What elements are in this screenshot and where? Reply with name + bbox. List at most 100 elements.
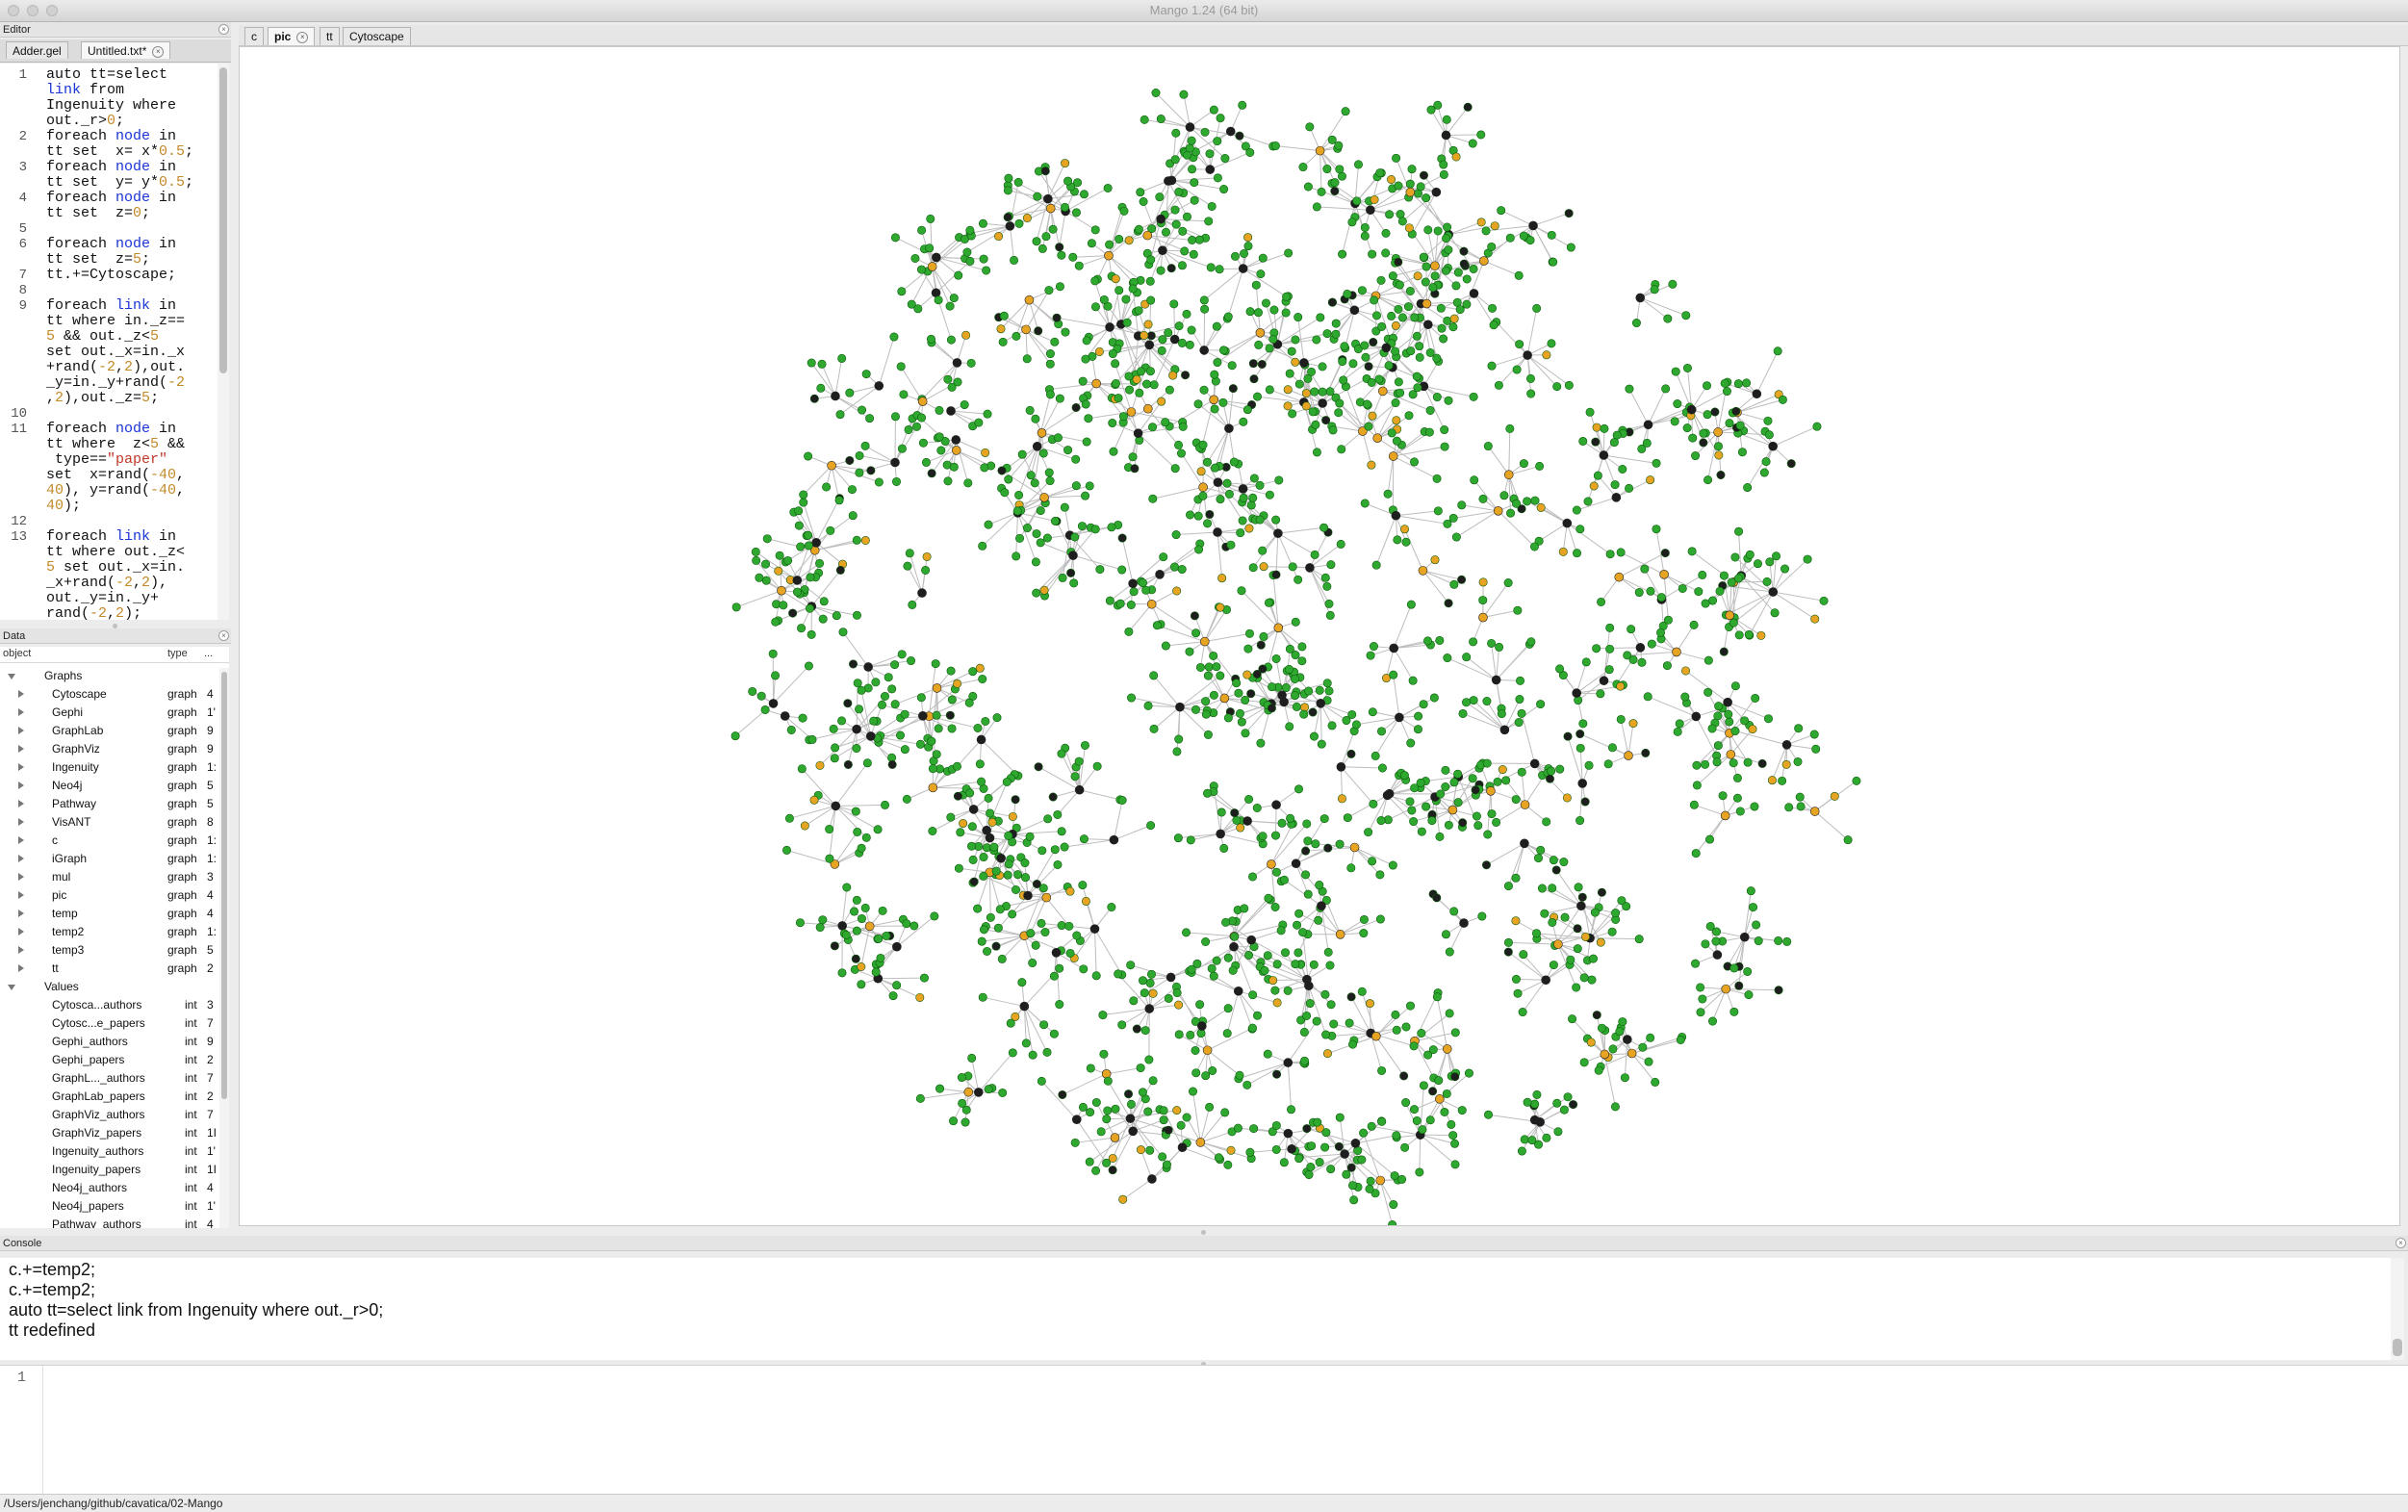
splitter-handle[interactable] [1201, 1230, 1206, 1235]
code-line: auto tt=select [46, 67, 167, 83]
col-header-object[interactable]: object [3, 648, 31, 659]
console-panel-close-icon[interactable]: × [2395, 1238, 2406, 1248]
tree-item-graph[interactable]: GraphLabgraph9 [0, 722, 221, 740]
tree-item-graph[interactable]: Ingenuitygraph1: [0, 758, 221, 777]
editor-tab-adder[interactable]: Adder.gel [6, 41, 68, 59]
tree-item-graph[interactable]: Cytoscapegraph4 [0, 685, 221, 704]
line-number: 10 [0, 406, 27, 422]
tree-item-graph[interactable]: iGraphgraph1: [0, 850, 221, 868]
expand-icon[interactable] [18, 855, 24, 862]
tree-item-value[interactable]: Pathway_authorsint4 [0, 1216, 221, 1228]
main-tab-pic[interactable]: pic× [268, 27, 315, 45]
graph-canvas[interactable] [239, 46, 2400, 1226]
tree-item-value[interactable]: Gephi_authorsint9 [0, 1033, 221, 1051]
data-scroll-thumb[interactable] [221, 672, 227, 1099]
tree-item-value[interactable]: Ingenuity_papersint1I [0, 1161, 221, 1179]
tree-item-type: graph [167, 923, 197, 941]
tree-item-graph[interactable]: VisANTgraph8 [0, 813, 221, 832]
expand-icon[interactable] [18, 946, 24, 954]
col-header-type[interactable]: type [167, 648, 188, 659]
tree-item-type: graph [167, 832, 197, 850]
code-editor[interactable]: 1auto tt=selectlink fromIngenuity whereo… [0, 64, 224, 620]
expand-icon[interactable] [18, 964, 24, 972]
tree-item-value[interactable]: Gephi_papersint2 [0, 1051, 221, 1069]
tree-item-type: graph [167, 886, 197, 905]
tree-item-graph[interactable]: picgraph4 [0, 886, 221, 905]
tree-item-graph[interactable]: temp3graph5 [0, 941, 221, 960]
data-panel-header: Data × [0, 628, 231, 644]
tree-item-graph[interactable]: Gephigraph1' [0, 704, 221, 722]
code-line: tt where z<5 && [46, 437, 185, 452]
line-number: 12 [0, 514, 27, 529]
console-input[interactable]: 1 [0, 1365, 2408, 1495]
tree-item-value: 2 [207, 1088, 214, 1106]
tree-item-name: iGraph [52, 850, 87, 868]
tree-item-type: graph [167, 795, 197, 813]
expand-icon[interactable] [18, 745, 24, 753]
tree-item-value[interactable]: GraphLab_papersint2 [0, 1088, 221, 1106]
code-line: link from [46, 83, 124, 98]
tree-item-type: int [185, 1142, 197, 1161]
tab-close-icon[interactable]: × [152, 46, 164, 58]
editor-scroll-thumb[interactable] [219, 67, 227, 373]
main-tab-cytoscape[interactable]: Cytoscape [343, 27, 411, 45]
tree-item-value[interactable]: Ingenuity_authorsint1' [0, 1142, 221, 1161]
main-tab-c[interactable]: c [244, 27, 264, 45]
code-line: _x+rand(-2,2), [46, 576, 167, 591]
expand-icon[interactable] [18, 873, 24, 881]
editor-scrollbar[interactable] [218, 64, 229, 620]
tree-item-value: 5 [207, 941, 214, 960]
line-number: 5 [0, 221, 27, 237]
network-graph[interactable] [240, 47, 2399, 1225]
tree-item-graph[interactable]: GraphVizgraph9 [0, 740, 221, 758]
tree-item-graph[interactable]: Pathwaygraph5 [0, 795, 221, 813]
expand-icon[interactable] [18, 910, 24, 917]
data-panel-close-icon[interactable]: × [218, 630, 229, 641]
tree-group-graphs[interactable]: Graphs [0, 667, 221, 685]
col-header-more[interactable]: ... [204, 648, 213, 659]
expand-icon[interactable] [18, 928, 24, 935]
expand-icon[interactable] [18, 708, 24, 716]
tree-item-value: 9 [207, 1033, 214, 1051]
tree-item-value[interactable]: Neo4j_papersint1' [0, 1197, 221, 1216]
console-scroll-thumb[interactable] [2393, 1339, 2402, 1356]
tree-group-values[interactable]: Values [0, 978, 221, 996]
tree-item-value: 5 [207, 777, 214, 795]
expand-icon[interactable] [18, 727, 24, 734]
tree-item-graph[interactable]: temp2graph1: [0, 923, 221, 941]
expand-icon[interactable] [18, 836, 24, 844]
tree-item-graph[interactable]: mulgraph3 [0, 868, 221, 886]
tree-item-value[interactable]: GraphViz_papersint1I [0, 1124, 221, 1142]
tree-item-name: Cytoscape [52, 685, 107, 704]
tab-close-icon[interactable]: × [296, 32, 308, 43]
tree-item-value[interactable]: Cytosc...e_papersint7 [0, 1014, 221, 1033]
editor-tab-untitled[interactable]: Untitled.txt*× [81, 41, 170, 59]
code-line: type=="paper" [46, 452, 167, 468]
code-line: foreach link in [46, 298, 176, 314]
expand-icon[interactable] [18, 891, 24, 899]
tree-group-label: Values [44, 978, 79, 996]
tree-item-value[interactable]: Neo4j_authorsint4 [0, 1179, 221, 1197]
tree-item-graph[interactable]: tempgraph4 [0, 905, 221, 923]
tree-item-name: Gephi_authors [52, 1033, 128, 1051]
tree-item-graph[interactable]: cgraph1: [0, 832, 221, 850]
collapse-icon[interactable] [8, 674, 15, 679]
tree-item-value[interactable]: Cytosca...authorsint3 [0, 996, 221, 1014]
expand-icon[interactable] [18, 818, 24, 826]
expand-icon[interactable] [18, 782, 24, 789]
data-scrollbar[interactable] [219, 668, 229, 1228]
collapse-icon[interactable] [8, 985, 15, 990]
expand-icon[interactable] [18, 763, 24, 771]
console-scrollbar[interactable] [2391, 1258, 2404, 1360]
tree-item-value: 4 [207, 685, 214, 704]
expand-icon[interactable] [18, 800, 24, 807]
expand-icon[interactable] [18, 690, 24, 698]
main-tab-tt[interactable]: tt [320, 27, 340, 45]
tree-item-graph[interactable]: Neo4jgraph5 [0, 777, 221, 795]
tree-item-value: 8 [207, 813, 214, 832]
tree-item-value[interactable]: GraphL..._authorsint7 [0, 1069, 221, 1088]
tree-item-value[interactable]: GraphViz_authorsint7 [0, 1106, 221, 1124]
editor-panel-close-icon[interactable]: × [218, 24, 229, 35]
tree-item-value: 1: [207, 850, 217, 868]
tree-item-graph[interactable]: ttgraph2 [0, 960, 221, 978]
